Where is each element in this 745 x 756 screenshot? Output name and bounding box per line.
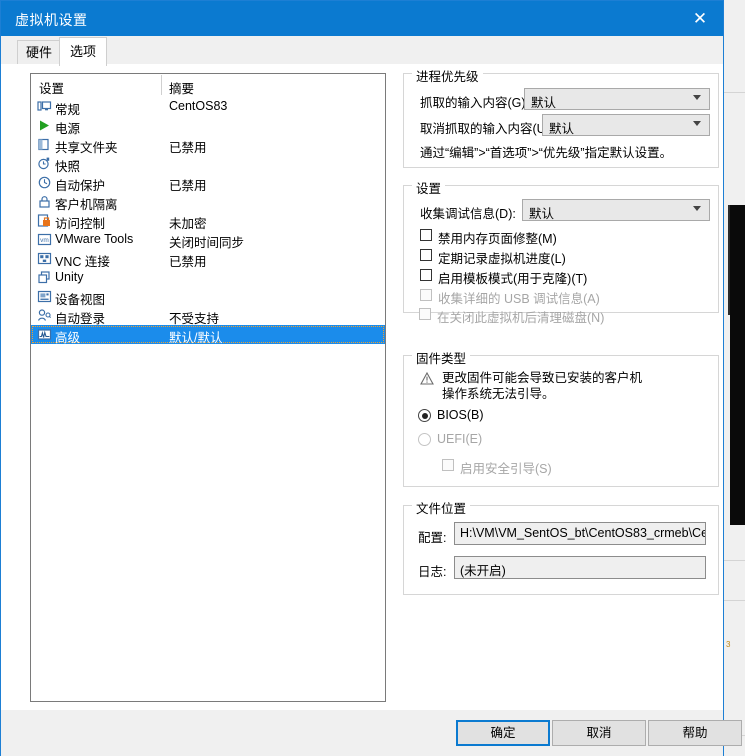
vm-settings-dialog: 虚拟机设置 ✕ 硬件 选项 设置 摘要 常规 CentOS83 电源 共享文件夹… bbox=[0, 0, 742, 756]
config-path-label: 配置: bbox=[418, 531, 447, 545]
tab-options[interactable]: 选项 bbox=[59, 37, 107, 66]
list-item-snapshot[interactable]: 快照 bbox=[31, 154, 385, 174]
access-control-icon bbox=[37, 213, 52, 228]
shared-folder-icon bbox=[37, 137, 52, 152]
monitor-icon bbox=[37, 99, 52, 114]
group-legend: 进程优先级 bbox=[412, 66, 483, 85]
file-location-group: 文件位置 配置: H:\VM\VM_SentOS_bt\CentOS83_crm… bbox=[403, 498, 719, 595]
title-bar: 虚拟机设置 ✕ bbox=[1, 1, 723, 36]
tab-strip: 硬件 选项 bbox=[1, 36, 723, 66]
ungrab-input-label: 取消抓取的输入内容(U): bbox=[420, 122, 554, 136]
checkbox-box bbox=[420, 289, 432, 301]
list-item-label: 高级 bbox=[55, 331, 81, 345]
ok-button[interactable]: 确定 bbox=[456, 720, 550, 746]
screen: 3 虚拟机设置 ✕ 硬件 选项 设置 摘要 常规 CentOS83 电源 共享文… bbox=[0, 0, 745, 756]
autologon-icon bbox=[37, 308, 52, 323]
radio-button bbox=[418, 433, 431, 446]
background-separator bbox=[722, 600, 745, 601]
radio-label: UEFI(E) bbox=[437, 432, 483, 446]
list-item-general[interactable]: 常规 CentOS83 bbox=[31, 97, 385, 117]
log-path-label: 日志: bbox=[418, 565, 447, 579]
checkbox-box bbox=[419, 308, 431, 320]
list-item-shared-folders[interactable]: 共享文件夹 已禁用 bbox=[31, 135, 385, 155]
chevron-down-icon bbox=[693, 206, 702, 212]
snapshot-icon bbox=[37, 156, 52, 171]
list-item-summary: CentOS83 bbox=[169, 99, 228, 113]
vnc-icon bbox=[37, 251, 52, 266]
checkbox-box bbox=[420, 229, 432, 241]
list-item-vnc-connection[interactable]: VNC 连接 已禁用 bbox=[31, 249, 385, 269]
ungrab-input-dropdown[interactable]: 默认 bbox=[542, 114, 710, 136]
list-item-autoprotect[interactable]: 自动保护 已禁用 bbox=[31, 173, 385, 193]
radio-button bbox=[418, 409, 431, 422]
list-item-advanced[interactable]: 高级 默认/默认 bbox=[31, 325, 385, 345]
list-item-label: VMware Tools bbox=[55, 232, 134, 246]
settings-group: 设置 收集调试信息(D): 默认 禁用内存页面修整(M) 定期记录虚拟机进度(L… bbox=[403, 178, 719, 313]
checkbox-box bbox=[442, 459, 454, 471]
group-legend: 设置 bbox=[412, 178, 446, 197]
list-item-label: Unity bbox=[55, 270, 84, 284]
debug-info-dropdown[interactable]: 默认 bbox=[522, 199, 710, 221]
checkbox-label: 定期记录虚拟机进度(L) bbox=[438, 252, 566, 266]
list-item-device-view[interactable]: 设备视图 bbox=[31, 287, 385, 307]
column-header-setting: 设置 bbox=[39, 82, 65, 96]
warning-icon bbox=[420, 371, 434, 385]
help-button[interactable]: 帮助 bbox=[648, 720, 742, 746]
list-header: 设置 摘要 bbox=[31, 74, 385, 96]
unity-icon bbox=[37, 270, 52, 285]
tab-hardware[interactable]: 硬件 bbox=[17, 40, 61, 65]
debug-info-value: 默认 bbox=[529, 207, 555, 221]
background-separator bbox=[722, 92, 745, 93]
log-path-field[interactable]: (未开启) bbox=[454, 556, 706, 579]
chevron-down-icon bbox=[693, 121, 702, 127]
lock-icon bbox=[37, 194, 52, 209]
ungrab-input-value: 默认 bbox=[549, 122, 575, 136]
grab-input-value: 默认 bbox=[531, 96, 557, 110]
dialog-footer: 确定 取消 帮助 bbox=[1, 710, 742, 756]
checkbox-label: 启用模板模式(用于克隆)(T) bbox=[438, 272, 588, 286]
list-item-vmware-tools[interactable]: vm VMware Tools 关闭时间同步 bbox=[31, 230, 385, 250]
dialog-content: 设置 摘要 常规 CentOS83 电源 共享文件夹 已禁用 快照 自动保护 已… bbox=[1, 65, 723, 710]
cancel-button[interactable]: 取消 bbox=[552, 720, 646, 746]
background-tiny-text: 3 bbox=[726, 640, 731, 649]
checkbox-label: 启用安全引导(S) bbox=[460, 462, 552, 476]
list-item-access-control[interactable]: 访问控制 未加密 bbox=[31, 211, 385, 231]
device-view-icon bbox=[37, 289, 52, 304]
priority-hint-text: 通过“编辑”>“首选项”>“优先级”指定默认设置。 bbox=[420, 146, 673, 160]
vmware-tools-icon: vm bbox=[37, 232, 52, 247]
checkbox-box bbox=[420, 249, 432, 261]
close-icon[interactable]: ✕ bbox=[677, 1, 723, 36]
checkbox-label: 禁用内存页面修整(M) bbox=[438, 232, 557, 246]
checkbox-box bbox=[420, 269, 432, 281]
background-dark-panel bbox=[730, 205, 745, 525]
svg-text:vm: vm bbox=[40, 237, 49, 244]
config-path-field[interactable]: H:\VM\VM_SentOS_bt\CentOS83_crmeb\Ce bbox=[454, 522, 706, 545]
column-divider bbox=[161, 75, 162, 95]
list-item-auto-logon[interactable]: 自动登录 不受支持 bbox=[31, 306, 385, 326]
firmware-type-group: 固件类型 更改固件可能会导致已安装的客户机 操作系统无法引导。 BIOS(B) … bbox=[403, 348, 719, 487]
checkbox-label: 收集详细的 USB 调试信息(A) bbox=[438, 292, 600, 306]
settings-list[interactable]: 设置 摘要 常规 CentOS83 电源 共享文件夹 已禁用 快照 自动保护 已… bbox=[30, 73, 386, 702]
checkbox-label: 在关闭此虚拟机后清理磁盘(N) bbox=[437, 311, 605, 325]
group-legend: 文件位置 bbox=[412, 498, 471, 517]
grab-input-label: 抓取的输入内容(G): bbox=[420, 96, 530, 110]
window-title: 虚拟机设置 bbox=[15, 12, 88, 28]
grab-input-dropdown[interactable]: 默认 bbox=[524, 88, 710, 110]
column-header-summary: 摘要 bbox=[169, 82, 195, 96]
autoprotect-icon bbox=[37, 175, 52, 190]
list-item-power[interactable]: 电源 bbox=[31, 116, 385, 136]
list-item-guest-isolation[interactable]: 客户机隔离 bbox=[31, 192, 385, 212]
background-separator bbox=[722, 560, 745, 561]
list-item-summary: 默认/默认 bbox=[169, 331, 223, 345]
debug-info-label: 收集调试信息(D): bbox=[420, 207, 516, 221]
power-play-icon bbox=[37, 118, 52, 133]
group-legend: 固件类型 bbox=[412, 348, 471, 367]
firmware-warning-text: 更改固件可能会导致已安装的客户机 操作系统无法引导。 bbox=[442, 371, 643, 401]
process-priority-group: 进程优先级 抓取的输入内容(G): 默认 取消抓取的输入内容(U): 默认 通过… bbox=[403, 66, 719, 168]
chevron-down-icon bbox=[693, 95, 702, 101]
list-item-unity[interactable]: Unity bbox=[31, 268, 385, 287]
advanced-icon bbox=[37, 327, 52, 342]
radio-label: BIOS(B) bbox=[437, 408, 484, 422]
